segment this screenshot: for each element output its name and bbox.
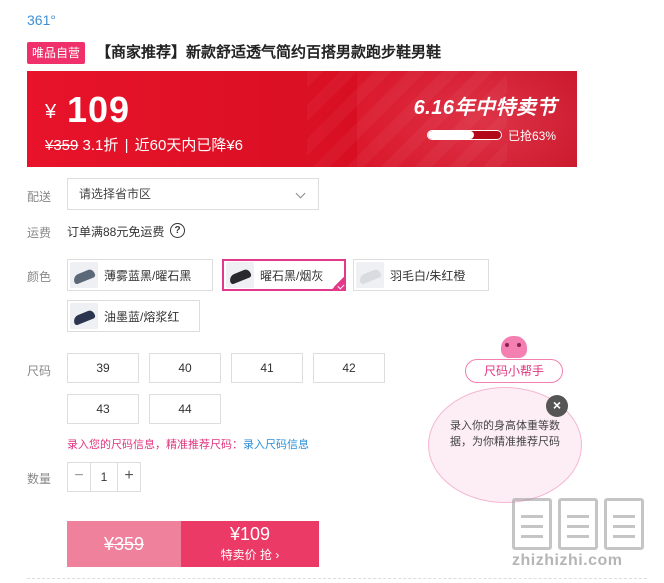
size-info-text: 录入您的尺码信息，精准推荐尺码： — [67, 439, 243, 451]
original-price: ¥359 — [45, 137, 79, 154]
size-helper-tab[interactable]: 尺码小帮手 — [465, 359, 563, 383]
color-option-label: 羽毛白/朱红橙 — [390, 268, 466, 283]
size-option[interactable]: 39 — [67, 353, 139, 383]
size-option[interactable]: 41 — [231, 353, 303, 383]
quantity-stepper: − 1 + — [67, 462, 141, 492]
quantity-decrease-button[interactable]: − — [68, 463, 90, 491]
color-option[interactable]: 油墨蓝/熔浆红 — [67, 300, 200, 332]
shoe-thumbnail — [70, 262, 98, 288]
shipping-text: 订单满88元免运费 — [67, 225, 165, 239]
watermark-url: zhizhizhi.com — [512, 552, 623, 569]
discount-rate: 3.1折 — [82, 137, 119, 154]
color-label: 颜色 — [27, 270, 52, 284]
buy-sale-price: ¥109 — [229, 524, 271, 544]
price-history: 近60天内已降¥6 — [134, 137, 244, 154]
size-option[interactable]: 44 — [149, 394, 221, 424]
color-option[interactable]: 薄雾蓝黑/曜石黑 — [67, 259, 213, 291]
brand-link[interactable]: 361° — [27, 12, 56, 28]
buy-original-price: ¥359 — [103, 534, 145, 554]
price-subline: ¥359 3.1折 | 近60天内已降¥6 — [45, 134, 243, 155]
shoe-thumbnail — [356, 262, 384, 288]
watermark: zhizhizhi.com — [512, 498, 662, 570]
color-option-label: 薄雾蓝黑/曜石黑 — [104, 268, 192, 283]
color-option-selected[interactable]: 曜石黑/烟灰 — [222, 259, 346, 291]
watermark-glyph — [604, 498, 644, 550]
mascot-icon — [501, 336, 527, 358]
help-icon[interactable]: ? — [170, 223, 185, 238]
size-option[interactable]: 40 — [149, 353, 221, 383]
region-select[interactable]: 请选择省市区 — [67, 178, 319, 210]
price-banner: ¥ 109 ¥359 3.1折 | 近60天内已降¥6 6.16年中特卖节 已抢… — [27, 71, 577, 167]
current-price: 109 — [67, 89, 131, 130]
watermark-logo — [512, 498, 662, 550]
checkmark-icon — [330, 275, 346, 291]
chevron-down-icon — [295, 188, 306, 199]
price-currency: ¥ — [45, 101, 57, 123]
size-info-link[interactable]: 录入尺码信息 — [243, 439, 309, 451]
shipping-label: 运费 — [27, 226, 52, 240]
watermark-glyph — [558, 498, 598, 550]
quantity-increase-button[interactable]: + — [118, 463, 140, 491]
sold-progress-label: 已抢63% — [508, 129, 557, 143]
color-option-label: 曜石黑/烟灰 — [260, 268, 324, 283]
shoe-thumbnail — [70, 303, 98, 329]
quantity-label: 数量 — [27, 472, 52, 486]
original-price-button[interactable]: ¥359 — [67, 521, 181, 567]
watermark-glyph — [512, 498, 552, 550]
promo-event-title: 6.16年中特卖节 — [413, 97, 557, 119]
size-label: 尺码 — [27, 364, 52, 378]
divider — [27, 578, 647, 579]
sold-progress-fill — [428, 131, 474, 139]
size-option[interactable]: 43 — [67, 394, 139, 424]
size-option[interactable]: 42 — [313, 353, 385, 383]
shoe-thumbnail — [226, 262, 254, 288]
color-option-label: 油墨蓝/熔浆红 — [104, 309, 180, 324]
buy-now-button[interactable]: ¥109 特卖价 抢 › — [181, 521, 319, 567]
buy-label: 特卖价 抢 › — [220, 548, 280, 562]
close-icon[interactable]: × — [546, 395, 568, 417]
color-option[interactable]: 羽毛白/朱红橙 — [353, 259, 489, 291]
size-info-prompt: 录入您的尺码信息，精准推荐尺码：录入尺码信息 — [67, 436, 309, 452]
region-select-placeholder: 请选择省市区 — [79, 187, 152, 201]
sold-progress-bar — [427, 130, 502, 140]
quantity-input[interactable]: 1 — [90, 463, 118, 491]
product-title: 【商家推荐】新款舒适透气简约百搭男款跑步鞋男鞋 — [96, 44, 442, 61]
self-operated-badge: 唯品自营 — [27, 42, 86, 64]
price-separator: | — [124, 137, 129, 154]
delivery-label: 配送 — [27, 190, 52, 204]
